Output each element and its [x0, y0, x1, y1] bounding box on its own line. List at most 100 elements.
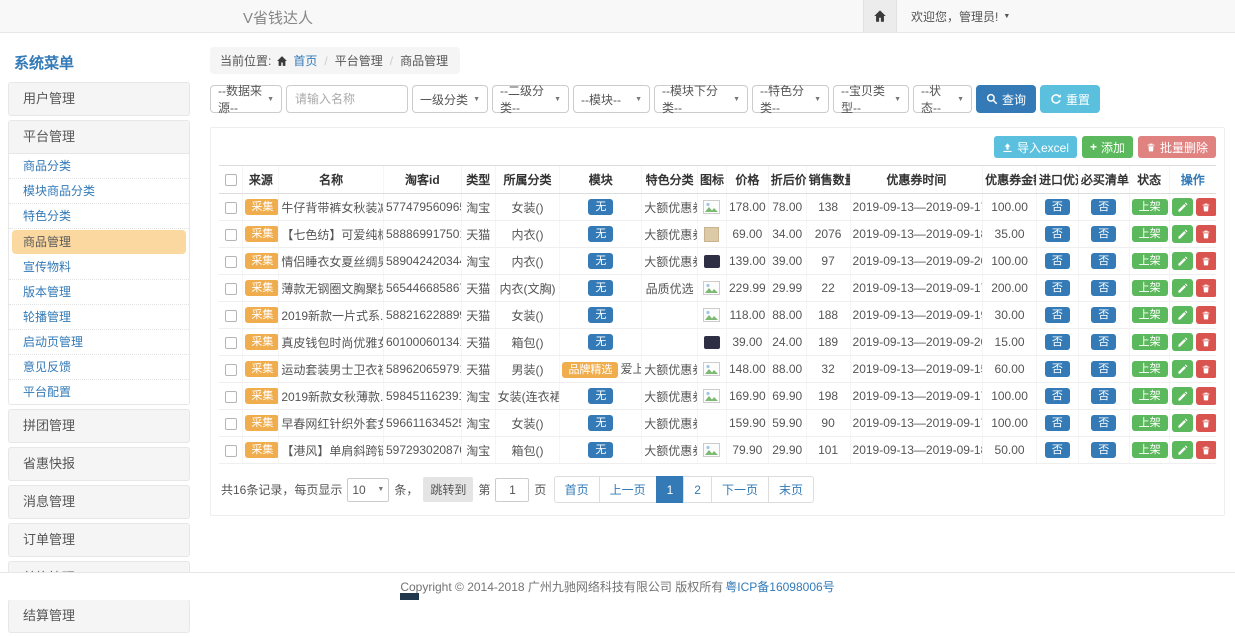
sidebar-subitem[interactable]: 商品管理: [12, 230, 186, 254]
edit-button[interactable]: [1172, 387, 1193, 405]
no-badge[interactable]: 否: [1045, 334, 1070, 350]
filter-select[interactable]: --状态--▼: [913, 85, 972, 113]
edit-button[interactable]: [1172, 333, 1193, 351]
filter-select[interactable]: --模块--▼: [573, 85, 650, 113]
delete-button[interactable]: [1196, 279, 1216, 297]
row-checkbox[interactable]: [225, 364, 237, 376]
no-badge[interactable]: 否: [1045, 307, 1070, 323]
page-button[interactable]: 首页: [554, 476, 600, 503]
delete-button[interactable]: [1196, 225, 1216, 243]
page-button[interactable]: 1: [656, 476, 685, 503]
no-badge[interactable]: 否: [1045, 199, 1070, 215]
filter-select[interactable]: --模块下分类--▼: [654, 85, 748, 113]
row-checkbox[interactable]: [225, 256, 237, 268]
row-checkbox[interactable]: [225, 418, 237, 430]
no-badge[interactable]: 否: [1045, 442, 1070, 458]
no-badge[interactable]: 否: [1091, 253, 1116, 269]
no-badge[interactable]: 否: [1091, 442, 1116, 458]
no-badge[interactable]: 否: [1045, 361, 1070, 377]
filter-select[interactable]: 一级分类▼: [412, 85, 488, 113]
row-checkbox[interactable]: [225, 202, 237, 214]
sidebar-subitem[interactable]: 模块商品分类: [9, 179, 189, 204]
breadcrumb-section[interactable]: 平台管理: [335, 52, 383, 69]
user-menu[interactable]: 欢迎您，管理员! ▼: [911, 8, 1010, 25]
delete-button[interactable]: [1196, 252, 1216, 270]
no-badge[interactable]: 否: [1045, 415, 1070, 431]
sidebar-item-user-mgmt[interactable]: 用户管理: [8, 82, 190, 116]
sidebar-subitem[interactable]: 平台配置: [9, 380, 189, 404]
no-badge[interactable]: 否: [1045, 226, 1070, 242]
no-badge[interactable]: 否: [1091, 361, 1116, 377]
delete-button[interactable]: [1196, 360, 1216, 378]
per-page-select[interactable]: 10 ▼: [347, 478, 389, 502]
row-checkbox[interactable]: [225, 337, 237, 349]
column-header: 类型: [461, 166, 495, 194]
coupon-time-cell: 2019-09-13—2019-09-15: [850, 356, 983, 383]
sidebar-subitem[interactable]: 启动页管理: [9, 330, 189, 355]
page-button[interactable]: 上一页: [599, 476, 657, 503]
edit-button[interactable]: [1172, 198, 1193, 216]
import-excel-button[interactable]: 导入excel: [994, 136, 1077, 158]
sidebar-subitem[interactable]: 意见反馈: [9, 355, 189, 380]
search-button[interactable]: 查询: [976, 85, 1036, 113]
sidebar-subitem[interactable]: 版本管理: [9, 280, 189, 305]
reset-button[interactable]: 重置: [1040, 85, 1100, 113]
page-button[interactable]: 2: [683, 476, 712, 503]
no-badge[interactable]: 否: [1045, 253, 1070, 269]
sidebar-subitem[interactable]: 商品分类: [9, 154, 189, 179]
icp-link[interactable]: 粤ICP备16098006号: [725, 578, 834, 595]
filter-select[interactable]: --特色分类--▼: [752, 85, 829, 113]
no-badge[interactable]: 否: [1091, 226, 1116, 242]
sidebar-subitem[interactable]: 轮播管理: [9, 305, 189, 330]
no-badge[interactable]: 否: [1091, 280, 1116, 296]
no-badge[interactable]: 否: [1091, 388, 1116, 404]
row-checkbox[interactable]: [225, 310, 237, 322]
edit-button[interactable]: [1172, 441, 1193, 459]
jump-button[interactable]: 跳转到: [423, 477, 473, 502]
delete-button[interactable]: [1196, 333, 1216, 351]
row-checkbox[interactable]: [225, 445, 237, 457]
edit-button[interactable]: [1172, 414, 1193, 432]
edit-button[interactable]: [1172, 252, 1193, 270]
delete-button[interactable]: [1196, 198, 1216, 216]
delete-button[interactable]: [1196, 414, 1216, 432]
sidebar-item[interactable]: 订单管理: [8, 523, 190, 557]
sidebar-subitem[interactable]: 宣传物料: [9, 255, 189, 280]
edit-button[interactable]: [1172, 360, 1193, 378]
source-cell: 采集: [243, 437, 279, 464]
row-checkbox[interactable]: [225, 391, 237, 403]
sidebar-item-platform-mgmt[interactable]: 平台管理: [9, 121, 189, 154]
select-all-checkbox[interactable]: [225, 174, 237, 186]
edit-button[interactable]: [1172, 225, 1193, 243]
sidebar-item[interactable]: 拼团管理: [8, 409, 190, 443]
batch-delete-button[interactable]: 批量删除: [1138, 136, 1216, 158]
no-badge[interactable]: 否: [1091, 334, 1116, 350]
page-button[interactable]: 下一页: [711, 476, 769, 503]
filter-select[interactable]: --宝贝类型--▼: [833, 85, 909, 113]
no-badge[interactable]: 否: [1045, 280, 1070, 296]
delete-button[interactable]: [1196, 306, 1216, 324]
row-checkbox[interactable]: [225, 229, 237, 241]
home-button[interactable]: [863, 0, 897, 32]
edit-button[interactable]: [1172, 279, 1193, 297]
name-search-input[interactable]: [286, 85, 408, 113]
sidebar-subitem[interactable]: 特色分类: [9, 204, 189, 229]
sidebar-item[interactable]: 消息管理: [8, 485, 190, 519]
sidebar-item[interactable]: 省惠快报: [8, 447, 190, 481]
sidebar-item[interactable]: 结算管理: [8, 599, 190, 633]
add-button[interactable]: + 添加: [1082, 136, 1133, 158]
no-badge[interactable]: 否: [1045, 388, 1070, 404]
delete-button[interactable]: [1196, 441, 1216, 459]
page-button[interactable]: 末页: [768, 476, 814, 503]
breadcrumb-home-link[interactable]: 首页: [293, 52, 317, 69]
no-badge[interactable]: 否: [1091, 199, 1116, 215]
filter-select-source[interactable]: --数据来源-- ▼: [210, 85, 282, 113]
no-badge[interactable]: 否: [1091, 415, 1116, 431]
no-badge[interactable]: 否: [1091, 307, 1116, 323]
filter-select[interactable]: --二级分类--▼: [492, 85, 569, 113]
delete-button[interactable]: [1196, 387, 1216, 405]
jump-page-input[interactable]: [495, 478, 529, 502]
icon-cell: [698, 221, 727, 248]
edit-button[interactable]: [1172, 306, 1193, 324]
row-checkbox[interactable]: [225, 283, 237, 295]
